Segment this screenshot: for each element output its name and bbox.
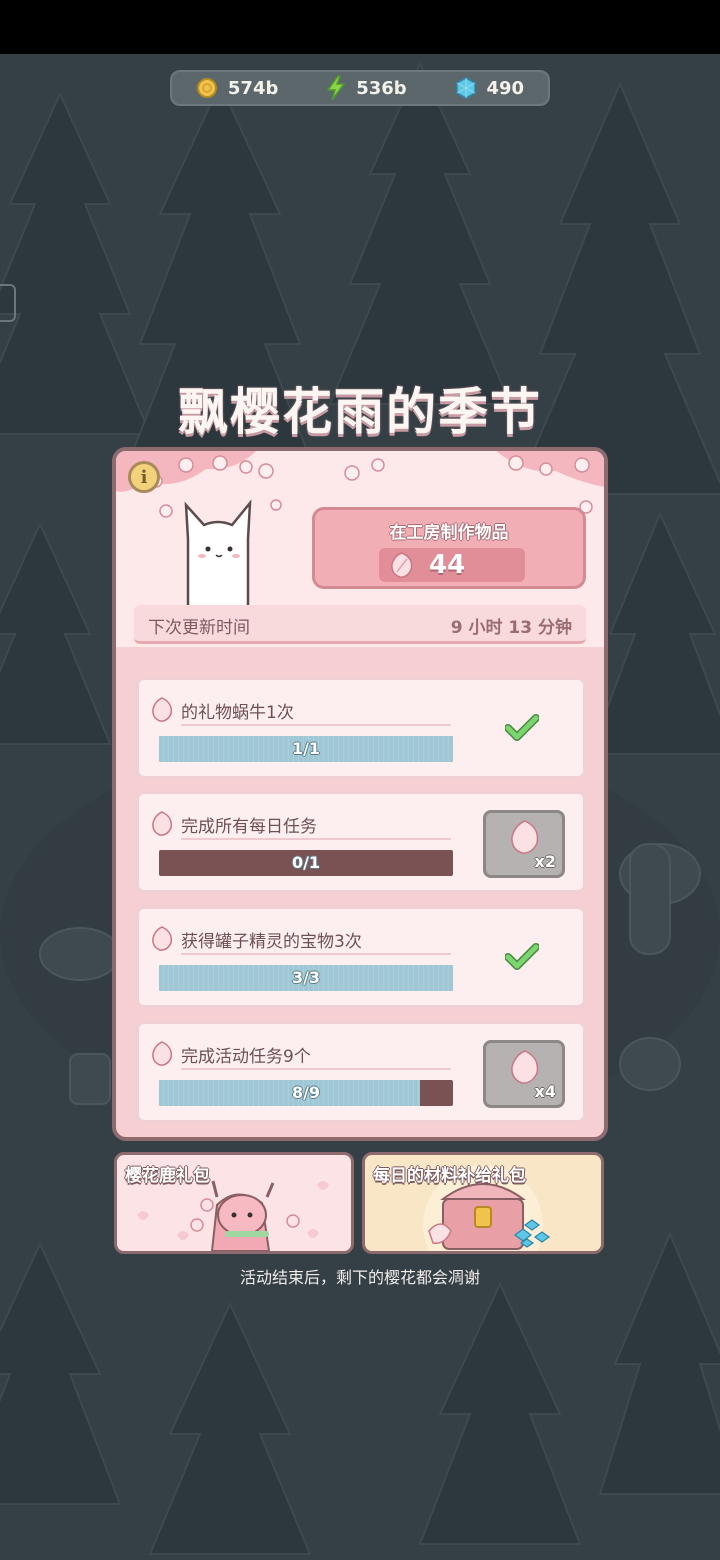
divider <box>181 838 451 840</box>
reward-count: x2 <box>534 852 556 871</box>
gem-icon <box>455 77 476 99</box>
divider <box>181 1068 451 1070</box>
update-time: 9 小时 13 分钟 <box>450 618 572 638</box>
petal-icon <box>152 697 173 722</box>
divider <box>181 953 451 955</box>
energy-value: 536b <box>356 77 407 99</box>
deer-pack-button[interactable]: 樱花鹿礼包 <box>114 1152 354 1254</box>
event-title: 飘樱花雨的季节 <box>178 383 542 441</box>
progress-text: 0/1 <box>291 853 321 872</box>
lightning-icon <box>326 75 346 101</box>
coin-counter: 574b <box>196 77 278 99</box>
task-label: 完成活动任务9个 <box>181 1047 311 1067</box>
coin-icon <box>196 78 217 98</box>
craft-label: 在工房制作物品 <box>389 523 509 543</box>
panel-header: i 在工房制作物品 44 下次更新时间 9 小时 13 分钟 <box>116 451 604 647</box>
task-label: 完成所有每日任务 <box>181 817 317 837</box>
progress-bar: 1/1 <box>159 736 453 762</box>
cat-character <box>184 499 252 609</box>
progress-bar: 3/3 <box>159 965 453 991</box>
petal-icon <box>391 552 413 578</box>
supply-pack-title: 每日的材料补给礼包 <box>373 1166 526 1186</box>
task-item: 完成活动任务9个 8/9 x4 <box>136 1021 586 1123</box>
task-item: 获得罐子精灵的宝物3次 3/3 <box>136 906 586 1008</box>
progress-text: 8/9 <box>291 1083 321 1102</box>
petal-icon <box>152 1041 173 1066</box>
supply-pack-button[interactable]: 每日的材料补给礼包 <box>362 1152 604 1254</box>
craft-count-box: 44 <box>379 548 525 582</box>
progress-text: 1/1 <box>291 739 321 758</box>
energy-counter: 536b <box>326 75 407 101</box>
progress-bar: 0/1 <box>159 850 453 876</box>
task-item: 的礼物蜗牛1次 1/1 <box>136 677 586 779</box>
task-label: 的礼物蜗牛1次 <box>181 703 294 723</box>
craft-quest-box: 在工房制作物品 44 <box>312 507 586 589</box>
progress-bar: 8/9 <box>159 1080 453 1106</box>
checkmark-icon <box>505 943 539 970</box>
craft-count: 44 <box>429 550 466 580</box>
update-timer-row: 下次更新时间 9 小时 13 分钟 <box>134 605 586 644</box>
status-bar <box>0 0 720 54</box>
side-drawer-handle[interactable] <box>0 284 16 322</box>
info-button[interactable]: i <box>128 461 160 493</box>
divider <box>181 724 451 726</box>
reward-count: x4 <box>534 1082 556 1101</box>
checkmark-icon <box>505 714 539 741</box>
petal-icon <box>152 811 173 836</box>
event-footnote: 活动结束后，剩下的樱花都会凋谢 <box>239 1268 480 1287</box>
info-icon: i <box>140 466 148 488</box>
task-list[interactable]: 的礼物蜗牛1次 1/1 完成所有每日任务 0/1 x2 获得罐子精灵的宝物3次 … <box>116 651 604 1137</box>
gem-value: 490 <box>486 77 525 99</box>
task-label: 获得罐子精灵的宝物3次 <box>181 932 362 952</box>
update-label: 下次更新时间 <box>148 618 250 638</box>
gem-counter: 490 <box>455 77 525 99</box>
coin-value: 574b <box>227 77 279 99</box>
task-item: 完成所有每日任务 0/1 x2 <box>136 791 586 893</box>
petal-icon <box>152 926 173 951</box>
event-panel: i 在工房制作物品 44 下次更新时间 9 小时 13 分钟 的礼物蜗牛1次 1… <box>112 447 608 1141</box>
reward-button[interactable]: x4 <box>483 1040 565 1108</box>
progress-text: 3/3 <box>291 968 321 987</box>
reward-button[interactable]: x2 <box>483 810 565 878</box>
resource-bar: 574b 536b 490 <box>170 70 550 106</box>
deer-pack-title: 樱花鹿礼包 <box>125 1166 210 1186</box>
